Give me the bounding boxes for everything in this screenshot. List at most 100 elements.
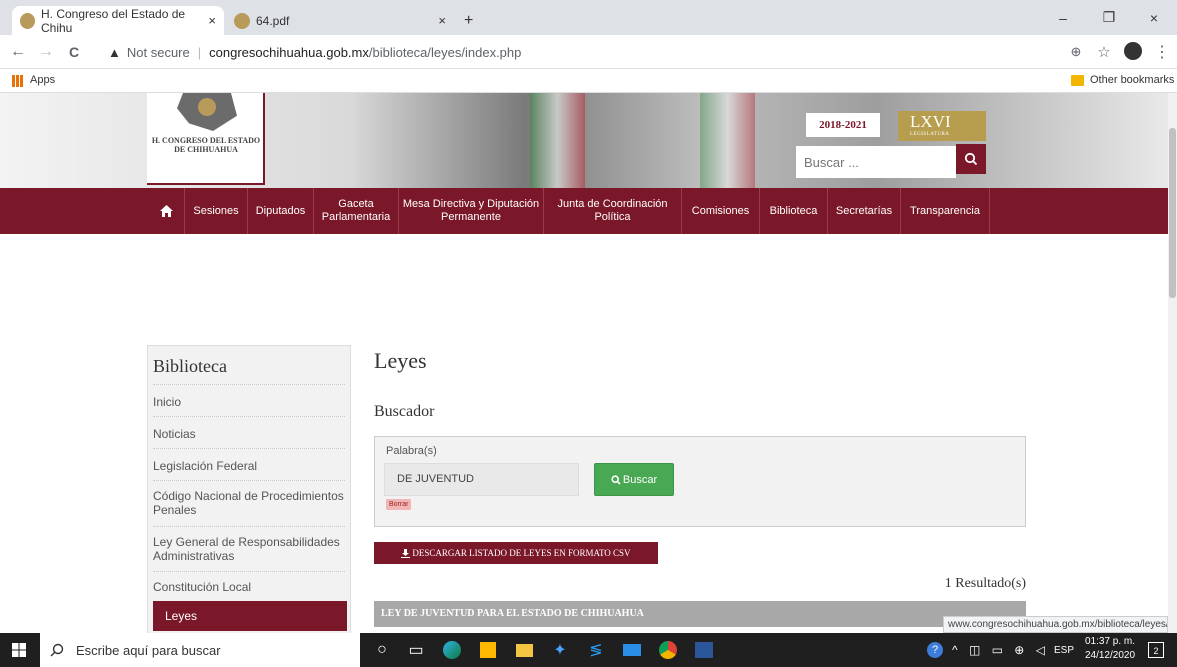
- address-bar[interactable]: ▲ Not secure | congresochihuahua.gob.mx /…: [108, 39, 1048, 65]
- language-indicator[interactable]: ESP: [1054, 633, 1074, 667]
- back-button[interactable]: ←: [6, 41, 30, 63]
- forward-button[interactable]: →: [34, 41, 58, 63]
- edge-icon[interactable]: [440, 638, 464, 662]
- nav-junta-coordinacion[interactable]: Junta de Coordinación Política: [544, 188, 682, 234]
- state-emblem-icon: [177, 93, 237, 131]
- download-csv-button[interactable]: DESCARGAR LISTADO DE LEYES EN FORMATO CS…: [374, 542, 658, 564]
- congress-logo[interactable]: H. CONGRESO DEL ESTADO DE CHIHUAHUA: [147, 93, 265, 185]
- flag-decoration: [700, 93, 755, 188]
- search-section-title: Buscador: [374, 403, 435, 420]
- task-view-icon[interactable]: ▭: [404, 638, 428, 662]
- profile-avatar-icon[interactable]: [1124, 42, 1142, 60]
- address-separator: |: [197, 44, 202, 60]
- clock[interactable]: 01:37 p. m. 24/12/2020: [1080, 635, 1140, 663]
- sidebar-item-leyes[interactable]: Leyes: [153, 601, 347, 631]
- site-search-input[interactable]: [796, 146, 956, 178]
- warning-icon[interactable]: ▲: [108, 45, 121, 60]
- folder-icon: [1071, 75, 1084, 86]
- header-banner: H. CONGRESO DEL ESTADO DE CHIHUAHUA 2018…: [0, 93, 1168, 188]
- main-navigation: Sesiones Diputados Gaceta Parlamentaria …: [0, 188, 1168, 234]
- logo-text: H. CONGRESO DEL ESTADO DE CHIHUAHUA: [151, 136, 261, 154]
- clear-button[interactable]: Borrar: [386, 499, 412, 510]
- tab-close-icon[interactable]: ×: [208, 13, 216, 28]
- help-icon[interactable]: ?: [923, 638, 947, 662]
- nav-mesa-directiva[interactable]: Mesa Directiva y Diputación Permanente: [399, 188, 544, 234]
- legislature-label: LEGISLATURA: [910, 132, 950, 137]
- apps-grid-icon: [12, 75, 24, 87]
- tab-pdf[interactable]: 64.pdf ×: [226, 6, 454, 35]
- legislature-badge: LXVI LEGISLATURA: [898, 111, 986, 141]
- bookmark-other[interactable]: Other bookmarks: [1090, 74, 1174, 86]
- browser-menu-icon[interactable]: ⋮: [1150, 41, 1174, 63]
- scrollbar-thumb[interactable]: [1169, 128, 1176, 298]
- download-csv-label: DESCARGAR LISTADO DE LEYES EN FORMATO CS…: [412, 548, 631, 558]
- site-search-button[interactable]: [956, 144, 986, 174]
- search-button[interactable]: Buscar: [594, 463, 674, 496]
- restore-button[interactable]: ❐: [1086, 0, 1132, 35]
- nav-diputados[interactable]: Diputados: [248, 188, 314, 234]
- results-count: 1 Resultado(s): [944, 576, 1026, 591]
- system-tray-icons[interactable]: ^ ◫ ▭ ⊕ ◁: [952, 633, 1049, 667]
- bookmark-star-icon[interactable]: ☆: [1092, 41, 1116, 63]
- sidebar-item-codigo-nacional[interactable]: Código Nacional de Procedimientos Penale…: [153, 480, 345, 526]
- clock-time: 01:37 p. m.: [1084, 636, 1136, 647]
- nav-home[interactable]: [148, 188, 185, 234]
- taskbar-search[interactable]: Escribe aquí para buscar: [40, 633, 360, 667]
- search-icon: [964, 152, 978, 166]
- security-label: Not secure: [126, 44, 190, 60]
- nav-secretarias[interactable]: Secretarías: [828, 188, 901, 234]
- vscode-icon[interactable]: ≶: [584, 638, 608, 662]
- windows-start-icon[interactable]: [12, 643, 26, 657]
- minimize-button[interactable]: –: [1040, 0, 1086, 35]
- clock-date: 24/12/2020: [1084, 650, 1136, 661]
- legislature-number: LXVI: [910, 112, 951, 131]
- dropbox-icon[interactable]: ✦: [548, 638, 572, 662]
- chrome-icon[interactable]: [656, 638, 680, 662]
- nav-sesiones[interactable]: Sesiones: [185, 188, 248, 234]
- sidebar-item-constitucion-local[interactable]: Constitución Local: [153, 571, 345, 601]
- nav-transparencia[interactable]: Transparencia: [901, 188, 990, 234]
- sidebar-title: Biblioteca: [153, 356, 227, 376]
- new-tab-button[interactable]: +: [464, 12, 473, 30]
- search-button-label: Buscar: [622, 473, 658, 486]
- page-title: Leyes: [374, 348, 427, 373]
- bookmark-apps[interactable]: Apps: [30, 74, 55, 86]
- library-sidebar: Biblioteca Inicio Noticias Legislación F…: [147, 345, 351, 633]
- nav-gaceta[interactable]: Gaceta Parlamentaria: [314, 188, 399, 234]
- tab-title: 64.pdf: [256, 13, 290, 28]
- search-icon: [50, 643, 64, 657]
- page-scrollbar[interactable]: [1168, 93, 1177, 633]
- tab-congreso[interactable]: H. Congreso del Estado de Chihu ×: [12, 6, 224, 35]
- notifications-icon[interactable]: 2: [1148, 642, 1164, 658]
- legislature-years: 2018-2021: [806, 113, 880, 137]
- url-path: /biblioteca/leyes/index.php: [368, 44, 522, 60]
- search-icon: [611, 474, 621, 485]
- address-toolbar: ← → C ▲ Not secure | congresochihuahua.g…: [0, 35, 1177, 69]
- taskbar-search-placeholder: Escribe aquí para buscar: [76, 642, 221, 658]
- tab-title: H. Congreso del Estado de Chihu: [40, 6, 186, 35]
- close-window-button[interactable]: ×: [1131, 0, 1177, 35]
- url-host: congresochihuahua.gob.mx: [209, 44, 369, 60]
- store-icon[interactable]: [476, 638, 500, 662]
- download-icon: [401, 548, 411, 558]
- windows-taskbar: Escribe aquí para buscar ○ ▭ ✦ ≶ ? ^ ◫ ▭…: [0, 633, 1177, 667]
- sidebar-item-ley-general[interactable]: Ley General de Responsabilidades Adminis…: [153, 526, 345, 571]
- result-item-title[interactable]: LEY DE JUVENTUD PARA EL ESTADO DE CHIHUA…: [374, 601, 1026, 627]
- mail-icon[interactable]: [620, 638, 644, 662]
- sidebar-item-legislacion-federal[interactable]: Legislación Federal: [153, 448, 345, 480]
- file-explorer-icon[interactable]: [512, 638, 536, 662]
- page-viewport: H. CONGRESO DEL ESTADO DE CHIHUAHUA 2018…: [0, 93, 1168, 633]
- word-icon[interactable]: [692, 638, 716, 662]
- bookmarks-bar: Apps Other bookmarks: [0, 69, 1177, 93]
- keyword-label: Palabra(s): [386, 445, 437, 457]
- nav-biblioteca[interactable]: Biblioteca: [760, 188, 828, 234]
- nav-comisiones[interactable]: Comisiones: [682, 188, 760, 234]
- tab-close-icon[interactable]: ×: [438, 13, 446, 28]
- zoom-icon[interactable]: ⊕: [1064, 41, 1088, 63]
- browser-tab-bar: H. Congreso del Estado de Chihu × 64.pdf…: [0, 0, 1177, 35]
- sidebar-item-inicio[interactable]: Inicio: [153, 384, 345, 416]
- cortana-icon[interactable]: ○: [370, 638, 394, 662]
- keyword-input[interactable]: DE JUVENTUD: [384, 463, 579, 496]
- sidebar-item-noticias[interactable]: Noticias: [153, 416, 345, 448]
- reload-button[interactable]: C: [62, 41, 86, 63]
